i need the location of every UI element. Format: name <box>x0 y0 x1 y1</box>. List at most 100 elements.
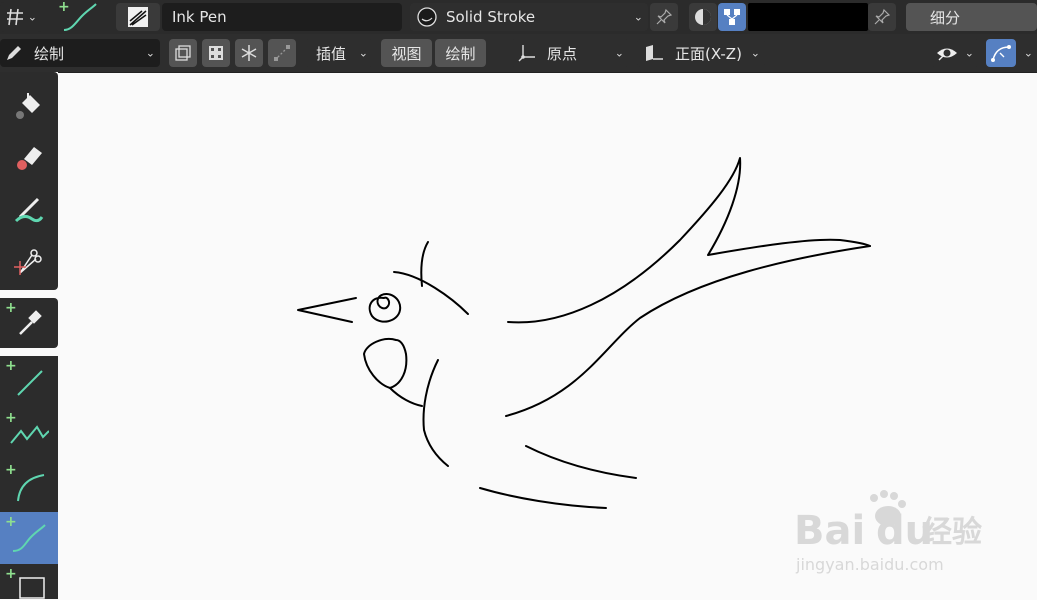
eye-icon <box>935 43 959 63</box>
plus-icon: + <box>5 462 17 478</box>
snowflake-icon <box>239 43 259 63</box>
chevron-down-icon: ⌄ <box>145 46 155 60</box>
editor-type-dropdown[interactable]: ⌄ <box>0 2 42 32</box>
bird-belly-stroke <box>505 245 871 417</box>
tool-group-paint <box>0 72 58 290</box>
tint-tool[interactable] <box>0 184 58 236</box>
overlay-toggle-button[interactable] <box>986 39 1016 67</box>
plus-icon: + <box>5 300 17 316</box>
subdivide-field[interactable]: 细分 <box>906 3 1037 31</box>
tint-brush-icon <box>12 193 46 227</box>
brush-preview-button[interactable] <box>116 3 160 31</box>
line-tool[interactable]: + <box>0 356 58 408</box>
visibility-dropdown[interactable]: ⌄ <box>931 39 979 67</box>
box-icon <box>12 576 46 600</box>
origin-label: 原点 <box>547 44 578 63</box>
draw-menu[interactable]: 绘制 <box>435 39 486 67</box>
origin-dropdown[interactable]: 原点 ⌄ <box>511 39 629 67</box>
bird-head-top-stroke <box>393 271 469 315</box>
tool-shelf: + + + + + + <box>0 72 58 599</box>
subdivide-label: 细分 <box>930 8 961 27</box>
plus-icon: + <box>5 358 17 374</box>
baidu-jingyan-watermark: Bai du 经验 jingyan.baidu.com <box>794 490 982 574</box>
bird-neck-stroke <box>389 387 423 407</box>
plus-icon: + <box>5 514 17 530</box>
overlay-dropdown[interactable]: ⌄ <box>1017 39 1037 67</box>
vertex-color-icon <box>722 7 742 27</box>
bird-wing-lower-stroke <box>479 487 607 509</box>
tool-group-primitives: + + + + + <box>0 356 58 599</box>
plus-icon: + <box>5 410 17 426</box>
pin-color-button[interactable] <box>868 3 896 31</box>
pin-icon <box>655 8 673 26</box>
snap-stroke-button[interactable] <box>268 39 296 67</box>
bird-chest-stroke <box>422 359 449 467</box>
curve-overlay-icon <box>990 43 1012 63</box>
erase-tool[interactable] <box>0 132 58 184</box>
active-tool-curve-icon[interactable]: + <box>56 0 100 34</box>
mode-label: 绘制 <box>34 44 65 63</box>
tool-group-sample: + <box>0 298 58 348</box>
solid-stroke-material-icon <box>416 6 438 28</box>
origin-axis-icon <box>517 43 537 63</box>
lock-frame-button[interactable] <box>235 39 263 67</box>
arc-icon <box>12 469 46 503</box>
pin-material-button[interactable] <box>650 3 678 31</box>
arc-tool[interactable]: + <box>0 460 58 512</box>
color-mode-vertex-button[interactable] <box>718 3 746 31</box>
cutter-icon <box>12 245 46 279</box>
multiframe-icon <box>173 43 193 63</box>
eyedropper-icon <box>12 306 46 340</box>
pin-icon <box>873 8 891 26</box>
color-swatch[interactable] <box>748 3 868 31</box>
watermark-suffix: 经验 <box>922 515 982 550</box>
watermark-brand: Bai <box>794 508 865 554</box>
film-icon <box>206 43 226 63</box>
mode-dropdown[interactable]: 绘制 ⌄ <box>0 39 160 67</box>
brush-name-field[interactable]: Ink Pen <box>162 3 402 31</box>
chevron-down-icon: ⌄ <box>750 46 760 60</box>
material-color-icon <box>693 7 713 27</box>
curve-tool[interactable]: + <box>0 512 58 564</box>
interpolate-label: 插值 <box>316 44 347 63</box>
drawing-plane-dropdown[interactable]: 正面(X-Z) ⌄ <box>637 39 765 67</box>
cutter-tool[interactable] <box>0 236 58 288</box>
bird-throat-stroke <box>363 338 408 389</box>
chevron-down-icon: ⌄ <box>27 10 37 24</box>
chevron-down-icon: ⌄ <box>358 46 368 60</box>
bird-eye-stroke <box>368 292 402 323</box>
material-name-text: Solid Stroke <box>446 8 536 26</box>
box-tool[interactable]: + <box>0 564 58 599</box>
interpolate-dropdown[interactable]: 插值 ⌄ <box>305 39 373 67</box>
bird-beak-stroke <box>297 297 357 323</box>
chevron-down-icon: ⌄ <box>614 46 624 60</box>
watermark-url: jingyan.baidu.com <box>795 555 944 574</box>
grease-pencil-editor-icon <box>4 7 26 27</box>
bird-back-stroke <box>507 157 871 324</box>
chevron-down-icon: ⌄ <box>964 46 974 60</box>
fill-tool[interactable] <box>0 80 58 132</box>
pencil-icon <box>4 43 24 63</box>
bird-wing-upper-stroke <box>525 445 637 479</box>
multiframe-button[interactable] <box>169 39 197 67</box>
chevron-down-icon: ⌄ <box>1023 46 1033 60</box>
plus-icon: + <box>5 566 17 582</box>
chevron-down-icon: ⌄ <box>633 10 643 24</box>
bird-head-feather-stroke <box>420 241 429 287</box>
eraser-icon <box>12 141 46 175</box>
svg-text:+: + <box>58 0 70 15</box>
plane-label: 正面(X-Z) <box>675 44 742 63</box>
snap-curve-icon <box>272 43 292 63</box>
view-menu[interactable]: 视图 <box>381 39 432 67</box>
brush-name-text: Ink Pen <box>172 8 227 26</box>
eyedropper-tool[interactable]: + <box>0 298 58 348</box>
autolock-layers-button[interactable] <box>202 39 230 67</box>
top-header-bar: ⌄ + Ink Pen Solid Stroke ⌄ 细分 <box>0 0 1037 34</box>
line-icon <box>12 365 46 399</box>
color-mode-material-button[interactable] <box>689 3 717 31</box>
view-label: 视图 <box>391 44 422 63</box>
material-dropdown[interactable]: Solid Stroke ⌄ <box>410 3 648 31</box>
polyline-tool[interactable]: + <box>0 408 58 460</box>
plane-icon <box>643 43 665 63</box>
ink-pen-brush-icon <box>127 6 149 28</box>
